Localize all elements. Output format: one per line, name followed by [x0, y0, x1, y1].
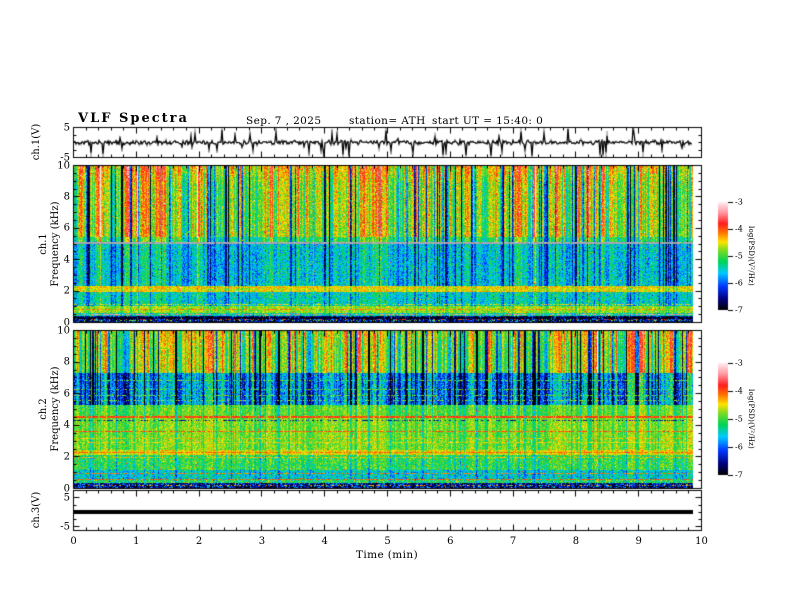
- header-start-ut: start UT = 15:40: 0: [432, 115, 543, 127]
- plot-canvas: [0, 0, 792, 612]
- x-tick-label-1: 1: [133, 536, 139, 547]
- y-axis-title-line2: Frequency (kHz): [50, 201, 62, 286]
- colorbar-title-ch1: log(PSD)(V²/Hz): [747, 226, 755, 286]
- x-tick-label-3: 3: [259, 536, 265, 547]
- x-tick-label-7: 7: [510, 536, 516, 547]
- spec1-y-tick-label-6: 6: [64, 223, 70, 234]
- x-tick-label-2: 2: [196, 536, 202, 547]
- spec2-y-tick-label-10: 10: [57, 325, 70, 336]
- x-tick-label-10: 10: [695, 536, 708, 547]
- colorbar-title-ch2: log(PSD)(V²/Hz): [747, 389, 755, 449]
- y-axis-title-line1: ch.2: [38, 366, 50, 451]
- colorbar1-tick-label--6: -6: [735, 279, 743, 288]
- x-tick-label-6: 6: [447, 536, 453, 547]
- y-axis-title-line1: ch.1: [38, 201, 50, 286]
- spec1-y-tick-label-2: 2: [64, 286, 70, 297]
- x-tick-label-4: 4: [322, 536, 328, 547]
- y-axis-title-ch1-voltage: ch.1(V): [31, 124, 43, 161]
- y-axis-title-ch3-voltage: ch.3(V): [31, 492, 43, 529]
- spec2-y-tick-label-2: 2: [64, 451, 70, 462]
- colorbar2-tick-label--6: -6: [735, 443, 743, 452]
- colorbar2-tick-label--5: -5: [735, 415, 743, 424]
- spec1-y-tick-label-4: 4: [64, 254, 70, 265]
- header-date: Sep. 7 , 2025: [246, 115, 321, 127]
- vlf-spectra-figure: VLF Spectra Sep. 7 , 2025 station= ATH s…: [0, 0, 792, 612]
- y-axis-title-text: ch.1(V): [31, 124, 42, 161]
- y-axis-title-ch2-frequency: ch.2 Frequency (kHz): [38, 366, 62, 451]
- y-axis-title-text: ch.3(V): [31, 492, 42, 529]
- spec2-y-tick-label-4: 4: [64, 420, 70, 431]
- wave3-y-tick-label--5: -5: [60, 521, 70, 532]
- header-station: station= ATH: [349, 115, 426, 127]
- spec1-y-tick-label-8: 8: [64, 191, 70, 202]
- figure-title: VLF Spectra: [78, 111, 189, 126]
- colorbar2-tick-label--4: -4: [735, 387, 743, 396]
- wave1-y-tick-label-5: 5: [64, 122, 70, 133]
- colorbar1-tick-label--4: -4: [735, 225, 743, 234]
- y-axis-title-ch1-frequency: ch.1 Frequency (kHz): [38, 201, 62, 286]
- x-tick-label-9: 9: [636, 536, 642, 547]
- wave3-y-tick-label-5: 5: [64, 492, 70, 503]
- spec1-y-tick-label-10: 10: [57, 160, 70, 171]
- y-axis-title-line2: Frequency (kHz): [50, 366, 62, 451]
- x-tick-label-5: 5: [384, 536, 390, 547]
- x-tick-label-0: 0: [70, 536, 76, 547]
- colorbar1-tick-label--7: -7: [735, 306, 743, 315]
- x-tick-label-8: 8: [573, 536, 579, 547]
- colorbar2-tick-label--3: -3: [735, 359, 743, 368]
- colorbar1-tick-label--3: -3: [735, 198, 743, 207]
- spec2-y-tick-label-8: 8: [64, 357, 70, 368]
- x-axis-title: Time (min): [356, 549, 418, 561]
- colorbar2-tick-label--7: -7: [735, 471, 743, 480]
- spec2-y-tick-label-6: 6: [64, 388, 70, 399]
- colorbar1-tick-label--5: -5: [735, 252, 743, 261]
